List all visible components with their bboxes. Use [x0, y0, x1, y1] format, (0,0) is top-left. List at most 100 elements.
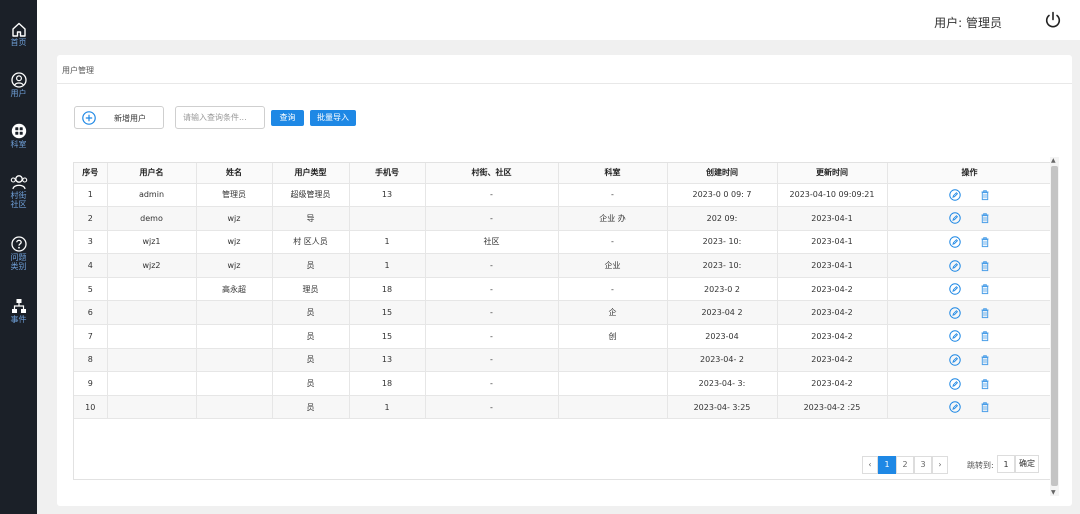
- pagination-page-1[interactable]: 1: [878, 456, 896, 474]
- edit-icon[interactable]: [948, 283, 961, 295]
- sidebar-item-user[interactable]: 用户: [0, 72, 37, 98]
- cell-type: 员: [272, 300, 350, 326]
- scroll-down-arrow-icon[interactable]: ▼: [1051, 489, 1056, 496]
- column-header[interactable]: 手机号: [349, 163, 426, 184]
- pagination-page-2[interactable]: 2: [896, 456, 914, 474]
- edit-icon[interactable]: [948, 189, 961, 201]
- goto-page-input[interactable]: [997, 455, 1015, 473]
- delete-icon[interactable]: [979, 378, 991, 390]
- table-row[interactable]: 1 admin 管理员 超级管理员 13- -2023-0 0 09: 7 2023-04-…: [74, 183, 1050, 208]
- column-header[interactable]: 序号: [74, 163, 108, 184]
- table-row[interactable]: 5 高永超 理员 18- -2023-0 2 2023-04-2: [74, 277, 1050, 302]
- column-header[interactable]: 用户类型: [272, 163, 350, 184]
- table-row[interactable]: 4 wjz2 wjz 员 1- 企业 2023- 10: 2023-04-1: [74, 253, 1050, 278]
- delete-icon[interactable]: [979, 212, 991, 224]
- cell-created: 2023-0 2: [667, 277, 778, 302]
- cell-username: wjz2: [107, 253, 197, 278]
- edit-icon[interactable]: [948, 259, 961, 272]
- scroll-thumb[interactable]: [1051, 166, 1058, 486]
- cell-updated: 2023-04-2 :25: [777, 395, 888, 420]
- user-icon: [10, 72, 27, 88]
- table-row[interactable]: 2 demo wjz 导 - 企业 办 202 09: 2023-04-1: [74, 206, 1050, 231]
- query-button[interactable]: 查询: [271, 110, 304, 126]
- delete-icon[interactable]: [979, 330, 991, 342]
- table-row[interactable]: 7 员 15- 创 2023-04 2023-04-2: [74, 324, 1050, 349]
- cell-no: 7: [74, 324, 108, 349]
- top-header: 用户: 管理员: [37, 0, 1080, 40]
- department-icon: [11, 123, 26, 139]
- column-header[interactable]: 姓名: [196, 163, 273, 184]
- main-card: 用户管理 新增用户 查询 批量导入 序号 用户名 姓名 用户类型 手机号 村街、…: [57, 55, 1072, 506]
- delete-icon[interactable]: [979, 260, 991, 272]
- community-icon: [10, 175, 27, 190]
- delete-icon[interactable]: [979, 189, 991, 201]
- table-row[interactable]: 10 员 1- 2023-04- 3:25 2023-04-2 :25: [74, 395, 1050, 420]
- table-row[interactable]: 6 员 15- 企 2023-04 2 2023-04-2: [74, 300, 1050, 326]
- table-row[interactable]: 3 wjz1 wjz 村 区人员 1 社区 -2023- 10: 2023-04-1: [74, 230, 1050, 255]
- sidebar-item-label: 用户: [10, 89, 27, 98]
- cell-created: 2023- 10:: [667, 230, 778, 255]
- cell-username: [107, 300, 197, 326]
- edit-icon[interactable]: [948, 354, 961, 366]
- cell-community: -: [425, 371, 559, 396]
- table-row[interactable]: 9 员 18- 2023-04- 3: 2023-04-2: [74, 371, 1050, 396]
- cell-no: 9: [74, 371, 108, 396]
- column-header[interactable]: 科室: [558, 163, 668, 184]
- cell-community: -: [425, 183, 559, 208]
- table-scrollbar[interactable]: ▲ ▼: [1050, 157, 1059, 496]
- cell-type: 导: [272, 206, 350, 231]
- batch-import-button[interactable]: 批量导入: [310, 110, 356, 126]
- delete-icon[interactable]: [979, 307, 991, 319]
- cell-created: 2023-04- 3:25: [667, 395, 778, 420]
- goto-confirm-button[interactable]: 确定: [1015, 455, 1039, 473]
- cell-dept: [558, 348, 668, 373]
- cell-no: 4: [74, 253, 108, 278]
- add-user-button[interactable]: 新增用户: [74, 106, 164, 129]
- cell-operations: [887, 277, 1050, 302]
- cell-type: 员: [272, 395, 350, 420]
- cell-operations: [887, 348, 1050, 373]
- cell-username: [107, 395, 197, 420]
- search-input[interactable]: [175, 106, 265, 129]
- edit-icon[interactable]: [948, 330, 961, 343]
- column-header[interactable]: 创建时间: [667, 163, 778, 184]
- column-header[interactable]: 用户名: [107, 163, 197, 184]
- cell-phone: 18: [349, 371, 426, 396]
- delete-icon[interactable]: [979, 354, 991, 366]
- column-header[interactable]: 操作: [887, 163, 1050, 184]
- delete-icon[interactable]: [979, 236, 991, 248]
- edit-icon[interactable]: [948, 401, 961, 413]
- delete-icon[interactable]: [979, 283, 991, 295]
- pagination-prev-button[interactable]: ‹: [862, 456, 878, 474]
- table-row[interactable]: 8 员 13- 2023-04- 2 2023-04-2: [74, 348, 1050, 373]
- pagination-page-3[interactable]: 3: [914, 456, 932, 474]
- cell-phone: 1: [349, 230, 426, 255]
- sidebar-item-community[interactable]: 村街社区: [0, 174, 37, 209]
- scroll-up-arrow-icon[interactable]: ▲: [1051, 157, 1056, 164]
- edit-icon[interactable]: [948, 377, 961, 390]
- cell-operations: [887, 371, 1050, 396]
- power-icon[interactable]: [1044, 11, 1062, 29]
- cell-community: -: [425, 206, 559, 231]
- sidebar-item-home[interactable]: 首页: [0, 22, 37, 47]
- column-header[interactable]: 更新时间: [777, 163, 888, 184]
- cell-phone: 1: [349, 395, 426, 420]
- edit-icon[interactable]: [948, 236, 961, 248]
- cell-operations: [887, 230, 1050, 255]
- edit-icon[interactable]: [948, 307, 961, 319]
- cell-updated: 2023-04-2: [777, 371, 888, 396]
- delete-icon[interactable]: [979, 401, 991, 413]
- question-icon: [10, 236, 27, 252]
- cell-created: 2023-04: [667, 324, 778, 349]
- cell-no: 5: [74, 277, 108, 302]
- sidebar-item-question[interactable]: 问题类别: [0, 236, 37, 271]
- cell-created: 202 09:: [667, 206, 778, 231]
- column-header[interactable]: 村街、社区: [425, 163, 559, 184]
- plus-circle-icon: [82, 111, 96, 125]
- cell-updated: 2023-04-2: [777, 348, 888, 373]
- pagination-next-button[interactable]: ›: [932, 456, 948, 474]
- sidebar-item-event[interactable]: 事件: [0, 298, 37, 324]
- sidebar-item-department[interactable]: 科室: [0, 123, 37, 149]
- edit-icon[interactable]: [948, 212, 961, 225]
- cell-community: -: [425, 300, 559, 326]
